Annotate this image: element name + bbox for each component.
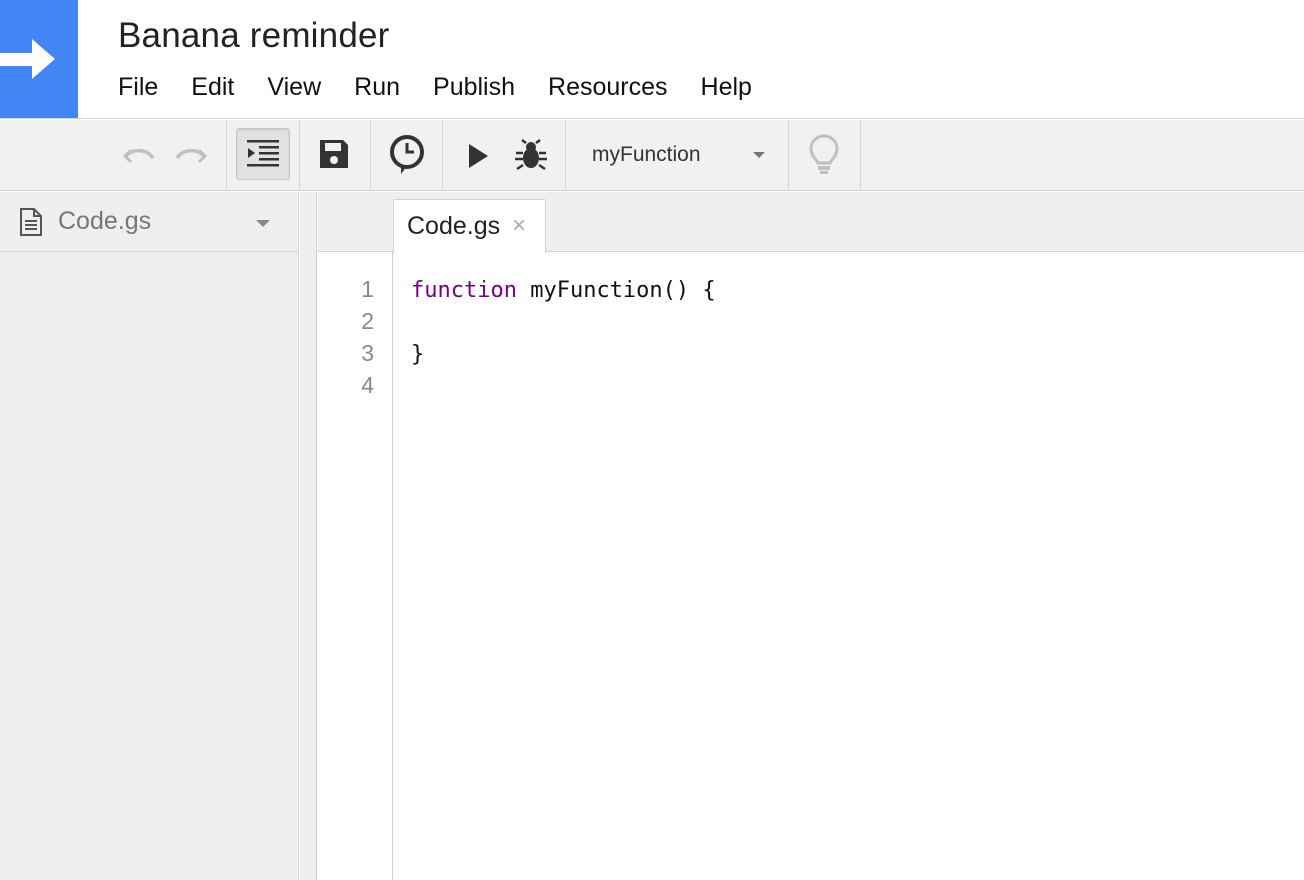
app-header: Banana reminder File Edit View Run Publi… — [0, 0, 1304, 119]
toolbar-separator — [565, 120, 566, 190]
menu-run[interactable]: Run — [354, 70, 400, 104]
sidebar-resize-gutter[interactable] — [300, 192, 317, 880]
run-button[interactable] — [458, 136, 498, 176]
debug-icon — [515, 139, 547, 171]
sidebar-file-item[interactable]: Code.gs — [0, 192, 298, 252]
code-line[interactable]: function myFunction() { — [411, 278, 716, 303]
indent-icon — [247, 140, 279, 167]
line-number: 2 — [361, 308, 374, 334]
toolbar: myFunction — [0, 120, 1304, 191]
debug-button[interactable] — [510, 134, 552, 176]
tab-label: Code.gs — [407, 212, 501, 240]
menu-help[interactable]: Help — [701, 70, 752, 104]
chevron-down-icon — [753, 152, 765, 158]
lightbulb-button[interactable] — [802, 130, 846, 180]
code-editor: Code.gs × 1 2 3 4 function myFunction() … — [318, 192, 1304, 880]
save-button[interactable] — [312, 134, 356, 174]
toolbar-separator — [299, 120, 300, 190]
menu-publish[interactable]: Publish — [433, 70, 515, 104]
auto-indent-toggle[interactable] — [236, 128, 290, 180]
save-icon — [320, 140, 348, 168]
menu-resources[interactable]: Resources — [548, 70, 668, 104]
triggers-icon — [390, 135, 424, 174]
toolbar-separator — [788, 120, 789, 190]
toolbar-separator — [370, 120, 371, 190]
undo-icon — [122, 148, 155, 164]
menu-bar: File Edit View Run Publish Resources Hel… — [118, 70, 785, 104]
file-sidebar: Code.gs — [0, 192, 299, 880]
line-number: 4 — [361, 372, 374, 398]
menu-edit[interactable]: Edit — [191, 70, 234, 104]
close-icon[interactable]: × — [512, 214, 526, 238]
project-title[interactable]: Banana reminder — [118, 16, 390, 56]
code-line[interactable]: } — [411, 342, 424, 367]
line-number-gutter: 1 2 3 4 — [318, 252, 393, 880]
function-select[interactable]: myFunction — [592, 120, 772, 190]
toolbar-separator — [860, 120, 861, 190]
menu-view[interactable]: View — [267, 70, 321, 104]
function-select-value: myFunction — [592, 143, 701, 166]
redo-icon — [175, 148, 208, 164]
line-number: 3 — [361, 340, 374, 366]
toolbar-separator — [226, 120, 227, 190]
arrow-right-icon — [0, 39, 55, 79]
editor-tab-bar: Code.gs × — [318, 192, 1304, 253]
chevron-down-icon[interactable] — [256, 220, 270, 227]
line-number: 1 — [361, 276, 374, 302]
menu-file[interactable]: File — [118, 70, 158, 104]
redo-button[interactable] — [170, 138, 212, 174]
code-text: myFunction() { — [516, 278, 716, 303]
apps-script-logo[interactable] — [0, 0, 78, 118]
undo-button[interactable] — [118, 138, 160, 174]
triggers-button[interactable] — [384, 132, 430, 178]
toolbar-separator — [442, 120, 443, 190]
code-keyword: function — [411, 278, 517, 303]
file-icon — [20, 208, 42, 236]
lightbulb-icon — [809, 134, 839, 174]
sidebar-file-name: Code.gs — [58, 207, 152, 235]
run-icon — [469, 144, 488, 168]
tab-code-gs[interactable]: Code.gs × — [393, 199, 546, 253]
